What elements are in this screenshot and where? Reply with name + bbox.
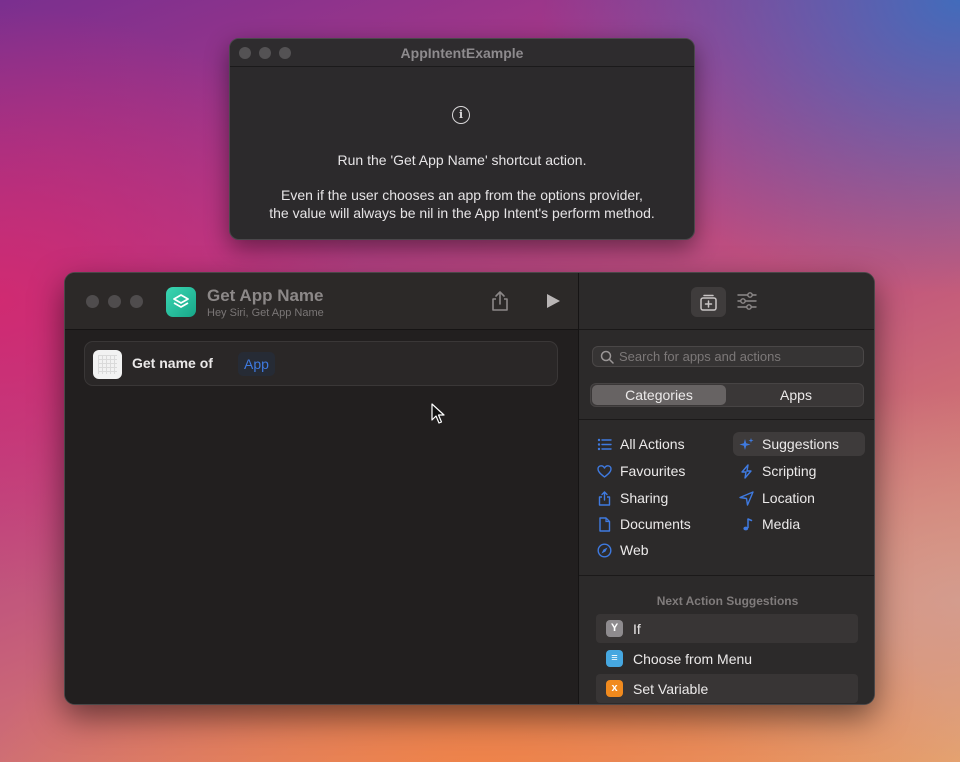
category-label: All Actions <box>620 436 685 452</box>
suggestion-label: Set Variable <box>633 681 709 697</box>
variable-icon: x <box>606 680 623 697</box>
category-label: Media <box>762 516 801 532</box>
shortcut-title[interactable]: Get App Name <box>207 286 324 306</box>
category-label: Sharing <box>620 490 669 506</box>
music-note-icon <box>743 518 753 531</box>
tab-categories[interactable]: Categories <box>592 385 726 405</box>
category-web[interactable]: Web <box>591 538 723 562</box>
category-label: Favourites <box>620 463 686 479</box>
shortcuts-editor-window: Get App Name Hey Siri, Get App Name Get … <box>64 272 875 705</box>
editor-toolbar: Get App Name Hey Siri, Get App Name <box>65 273 578 330</box>
suggestion-label: Choose from Menu <box>633 651 753 667</box>
category-suggestions[interactable]: Suggestions <box>733 432 865 456</box>
category-label: Scripting <box>762 463 817 479</box>
category-documents[interactable]: Documents <box>591 512 723 536</box>
suggestions-heading: Next Action Suggestions <box>656 594 799 608</box>
category-label: Documents <box>620 516 691 532</box>
document-icon <box>599 517 611 532</box>
zoom-button[interactable] <box>130 295 143 308</box>
action-get-name-of[interactable]: Get name of App <box>84 341 558 386</box>
tab-apps[interactable]: Apps <box>729 385 863 405</box>
category-favourites[interactable]: Favourites <box>591 459 723 483</box>
suggestion-if[interactable]: Y If <box>596 614 858 643</box>
mouse-pointer-icon <box>431 403 445 430</box>
search-icon <box>600 350 614 364</box>
compass-icon <box>597 543 612 558</box>
details-sliders-icon[interactable] <box>737 292 757 315</box>
shortcut-subtitle: Hey Siri, Get App Name <box>207 307 324 319</box>
library-segmented-control: Categories Apps <box>590 383 864 407</box>
info-window: AppIntentExample i Run the 'Get App Name… <box>229 38 695 240</box>
info-message-line-2: Even if the user chooses an app from the… <box>281 187 643 203</box>
shortcut-icon[interactable] <box>166 287 196 317</box>
suggestion-set-variable[interactable]: x Set Variable <box>596 674 858 703</box>
window-title: AppIntentExample <box>400 45 524 61</box>
info-window-titlebar: AppIntentExample <box>230 39 694 67</box>
category-label: Location <box>762 490 815 506</box>
suggestion-label: If <box>633 621 641 637</box>
action-label: Get name of <box>132 355 213 371</box>
editor-pane: Get App Name Hey Siri, Get App Name Get … <box>65 273 578 704</box>
app-parameter-token[interactable]: App <box>238 352 275 376</box>
window-controls <box>86 295 143 308</box>
category-scripting[interactable]: Scripting <box>733 459 865 483</box>
share-icon[interactable] <box>490 290 510 317</box>
category-location[interactable]: Location <box>733 486 865 510</box>
category-sharing[interactable]: Sharing <box>591 486 723 510</box>
app-placeholder-icon <box>93 350 122 379</box>
close-button[interactable] <box>86 295 99 308</box>
info-message-line-1: Run the 'Get App Name' shortcut action. <box>337 152 587 168</box>
search-input[interactable] <box>619 348 859 365</box>
category-label: Web <box>620 542 649 558</box>
menu-icon: ≡ <box>606 650 623 667</box>
action-library-sidebar: Categories Apps All Actions Favourites S… <box>578 273 874 704</box>
category-all-actions[interactable]: All Actions <box>591 432 723 456</box>
info-circle-icon: i <box>452 106 470 124</box>
sidebar-toolbar <box>579 273 874 330</box>
minimize-button[interactable] <box>108 295 121 308</box>
suggestion-choose-from-menu[interactable]: ≡ Choose from Menu <box>596 644 858 673</box>
scripting-icon <box>741 464 752 479</box>
share-icon <box>598 491 611 506</box>
if-branch-icon: Y <box>606 620 623 637</box>
sparkles-icon <box>739 438 754 450</box>
location-arrow-icon <box>739 491 754 506</box>
heart-icon <box>597 465 612 478</box>
category-label: Suggestions <box>762 436 840 452</box>
divider <box>579 575 874 576</box>
divider <box>579 419 874 420</box>
action-library-button[interactable] <box>691 287 726 317</box>
run-play-icon[interactable] <box>545 293 561 314</box>
category-media[interactable]: Media <box>733 512 865 536</box>
info-message-line-3: the value will always be nil in the App … <box>269 205 655 221</box>
list-icon <box>597 438 612 451</box>
action-search-field[interactable] <box>592 346 864 367</box>
